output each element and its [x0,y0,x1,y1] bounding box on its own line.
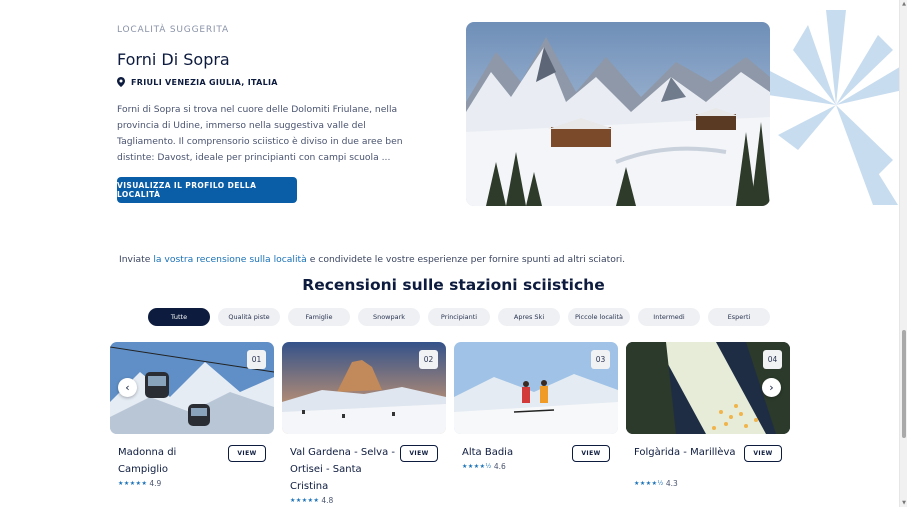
chevron-left-icon: ‹ [125,381,130,394]
rating-value: 4.9 [149,479,162,488]
rating-value: 4.8 [321,496,334,505]
filter-chips: Tutte Qualità piste Famiglie Snowpark Pr… [148,308,770,326]
resort-name: Alta Badia [462,447,514,458]
filter-chip-famiglie[interactable]: Famiglie [288,308,350,326]
card-number: 03 [591,350,610,369]
review-link[interactable]: la vostra recensione sulla località [153,254,306,265]
view-button[interactable]: VIEW [572,445,610,462]
resort-name: Val Gardena - Selva - Ortisei - Santa Cr… [290,447,396,492]
chevron-right-icon: › [769,381,774,394]
carousel-prev-button[interactable]: ‹ [118,378,137,397]
filter-chip-piccole-localita[interactable]: Piccole località [568,308,630,326]
resort-card[interactable]: 03 Alta Badia VIEW ★★★★½ 4.6 [454,342,618,471]
rating-stars: ★★★★½ [462,463,492,470]
view-location-profile-button[interactable]: VISUALIZZA IL PROFILO DELLA LOCALITÀ [117,177,297,203]
location-region: FRIULI VENEZIA GIULIA, ITALIA [117,77,278,87]
resort-name: Madonna di Campiglio [118,447,177,475]
resort-image: 02 [282,342,446,434]
view-button[interactable]: VIEW [744,445,782,462]
resort-rating: ★★★★½ 4.3 [634,479,678,488]
resort-name: Folgàrida - Marillèva [634,447,736,458]
carousel-next-button[interactable]: › [762,378,781,397]
card-number: 04 [763,350,782,369]
invite-text: Inviate la vostra recensione sulla local… [119,254,625,265]
scroll-up-icon[interactable]: ▲ [901,1,907,7]
filter-chip-qualita-piste[interactable]: Qualità piste [218,308,280,326]
invite-text-after: e condividete le vostre esperienze per f… [306,254,626,265]
rating-stars: ★★★★★ [118,480,148,487]
card-number: 02 [419,350,438,369]
rating-value: 4.6 [493,462,506,471]
filter-chip-apres-ski[interactable]: Apres Ski [498,308,560,326]
resort-rating: ★★★★½ 4.6 [462,462,506,471]
rating-value: 4.3 [665,479,678,488]
invite-text-before: Inviate [119,254,154,265]
map-pin-icon [117,77,125,87]
section-eyebrow: LOCALITÀ SUGGERITA [117,25,229,35]
location-description: Forni di Sopra si trova nel cuore delle … [117,104,403,163]
filter-chip-esperti[interactable]: Esperti [708,308,770,326]
location-title: Forni Di Sopra [117,50,230,69]
view-button[interactable]: VIEW [400,445,438,462]
rating-stars: ★★★★½ [634,480,664,487]
resort-rating: ★★★★★ 4.9 [118,479,161,488]
region-label: FRIULI VENEZIA GIULIA, ITALIA [131,77,278,87]
scrollbar-thumb[interactable] [902,330,906,438]
scrollbar[interactable]: ▲ ▼ [899,0,907,507]
card-number: 01 [247,350,266,369]
scroll-down-icon[interactable]: ▼ [901,500,907,506]
reviews-title: Recensioni sulle stazioni sciistiche [302,276,605,294]
snowflake-icon [768,10,903,205]
filter-chip-tutte[interactable]: Tutte [148,308,210,326]
rating-stars: ★★★★★ [290,497,320,504]
filter-chip-principianti[interactable]: Principianti [428,308,490,326]
filter-chip-intermedi[interactable]: Intermedi [638,308,700,326]
resort-rating: ★★★★★ 4.8 [290,496,333,505]
resort-image: 03 [454,342,618,434]
filter-chip-snowpark[interactable]: Snowpark [358,308,420,326]
location-hero-image [466,22,770,206]
view-button[interactable]: VIEW [228,445,266,462]
page: LOCALITÀ SUGGERITA Forni Di Sopra FRIULI… [0,0,907,507]
resort-card[interactable]: 02 Val Gardena - Selva - Ortisei - Santa… [282,342,446,505]
